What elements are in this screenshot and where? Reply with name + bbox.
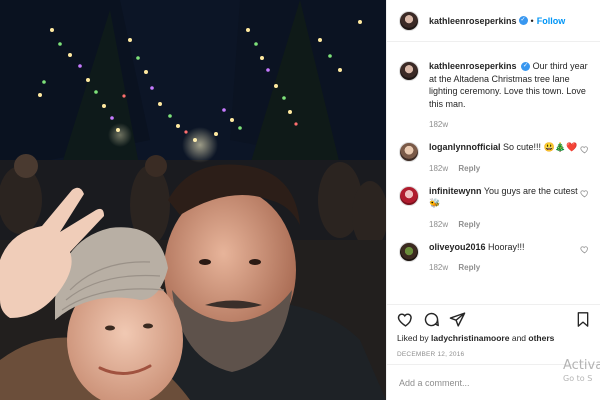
likes-summary: Liked by ladychristinamoore and others — [397, 333, 591, 343]
heart-icon[interactable] — [397, 311, 414, 328]
commenter-avatar[interactable] — [399, 185, 419, 206]
share-icon[interactable] — [449, 311, 466, 328]
caption: kathleenroseperkins ✓ Our third year at … — [399, 60, 591, 129]
watermark-line1: Activa — [563, 358, 600, 373]
comment-time[interactable]: 182w — [429, 263, 448, 272]
caption-time[interactable]: 182w — [429, 120, 448, 129]
verified-icon: ✓ — [518, 16, 528, 25]
separator-dot: • — [530, 15, 534, 26]
post-photo[interactable] — [0, 0, 386, 400]
likes-others[interactable]: others — [528, 333, 554, 343]
comment-username[interactable]: infinitewynn — [429, 186, 482, 196]
post-date[interactable]: DECEMBER 12, 2016 — [397, 351, 591, 358]
commenter-avatar[interactable] — [399, 241, 419, 262]
comment-icon[interactable] — [423, 311, 440, 328]
comment-text: Hooray!!! — [488, 241, 525, 252]
comment-item: loganlynnofficial So cute!!! 😃🎄❤️ 182w R… — [399, 141, 591, 173]
caption-username[interactable]: kathleenroseperkins — [429, 61, 517, 71]
author-avatar[interactable] — [399, 10, 419, 31]
post-sidebar: kathleenroseperkins ✓ • Follow kathleenr… — [386, 0, 600, 400]
action-bar: Liked by ladychristinamoore and others D… — [387, 304, 600, 358]
watermark-line2: Go to S — [563, 373, 593, 383]
windows-activation-watermark: Activa Go to S — [563, 358, 600, 383]
likes-prefix: Liked by — [397, 333, 429, 343]
follow-button[interactable]: Follow — [537, 16, 566, 26]
comment-item: infinitewynn You guys are the cutest 🐝 1… — [399, 185, 591, 229]
comment-text: So cute!!! 😃🎄❤️ — [503, 142, 578, 152]
author-username[interactable]: kathleenroseperkins — [429, 16, 517, 26]
add-comment-input[interactable] — [399, 377, 549, 388]
comment-username[interactable]: loganlynnofficial — [429, 142, 501, 152]
reply-button[interactable]: Reply — [458, 164, 480, 173]
reply-button[interactable]: Reply — [458, 263, 480, 272]
author-avatar[interactable] — [399, 61, 419, 81]
comment-time[interactable]: 182w — [429, 164, 448, 173]
photo-illustration — [0, 0, 386, 400]
comments-list[interactable]: kathleenroseperkins ✓ Our third year at … — [387, 50, 600, 300]
likes-conjunction: and — [511, 333, 527, 343]
comment-time[interactable]: 182w — [429, 220, 448, 229]
post-header: kathleenroseperkins ✓ • Follow — [387, 0, 600, 42]
like-comment-heart-icon[interactable] — [580, 145, 589, 154]
likes-user[interactable]: ladychristinamoore — [431, 333, 509, 343]
comment-item: oliveyou2016 Hooray!!! 182w Reply — [399, 241, 591, 272]
commenter-avatar[interactable] — [399, 142, 419, 162]
reply-button[interactable]: Reply — [458, 220, 480, 229]
verified-icon: ✓ — [521, 62, 531, 72]
comment-username[interactable]: oliveyou2016 — [429, 242, 486, 252]
like-comment-heart-icon[interactable] — [580, 189, 589, 198]
bookmark-icon[interactable] — [575, 311, 591, 328]
like-comment-heart-icon[interactable] — [580, 245, 589, 254]
